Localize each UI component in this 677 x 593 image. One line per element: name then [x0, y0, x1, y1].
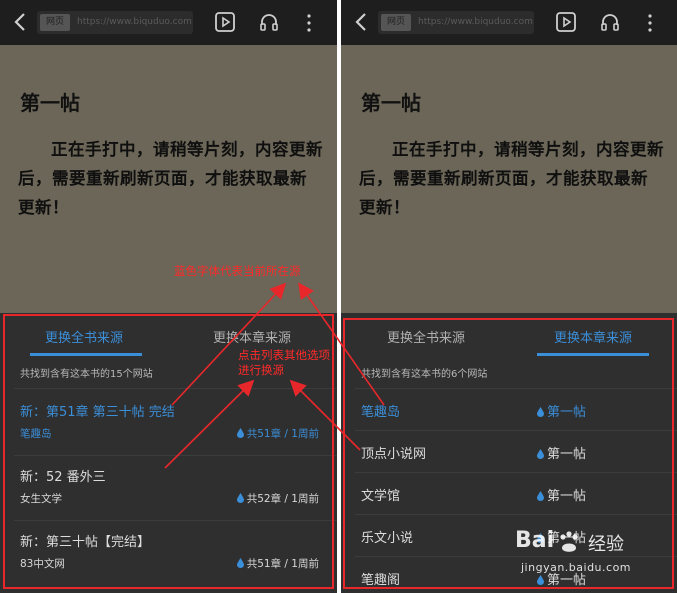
play-icon[interactable] — [214, 11, 236, 33]
top-bar: 网页 https://www.biquduo.com — [0, 0, 337, 45]
url-bar[interactable]: 网页 https://www.biquduo.com — [378, 11, 534, 34]
watermark-brand: Bai — [515, 528, 555, 553]
chapter-body: 正在手打中，请稍等片刻，内容更新后，需要重新刷新页面，才能获取最新更新！ — [359, 140, 664, 217]
watermark-url: jingyan.baidu.com — [521, 561, 632, 574]
url-tag: 网页 — [40, 14, 70, 31]
baidu-jingyan-watermark: Bai 经验 jingyan.baidu.com — [515, 528, 643, 580]
chapter-body: 正在手打中，请稍等片刻，内容更新后，需要重新刷新页面，才能获取最新更新！ — [18, 140, 323, 217]
play-icon[interactable] — [555, 11, 577, 33]
reader-content: 第一帖 正在手打中，请稍等片刻，内容更新后，需要重新刷新页面，才能获取最新更新！ — [341, 45, 677, 313]
url-tag: 网页 — [381, 14, 411, 31]
headphone-icon[interactable] — [599, 11, 621, 33]
watermark-brand-suffix: 经验 — [588, 534, 624, 555]
chapter-title: 第一帖 — [361, 91, 421, 115]
more-menu-icon[interactable] — [306, 13, 312, 33]
annotation-blue-font-note: 蓝色字体代表当前所在源 — [174, 264, 301, 278]
url-text: https://www.biquduo.com — [418, 17, 533, 27]
url-bar[interactable]: 网页 https://www.biquduo.com — [37, 11, 193, 34]
paw-icon — [560, 531, 578, 552]
back-arrow-icon[interactable] — [353, 12, 371, 32]
chapter-title: 第一帖 — [20, 91, 80, 115]
url-text: https://www.biquduo.com — [77, 17, 192, 27]
more-menu-icon[interactable] — [647, 13, 653, 33]
top-bar: 网页 https://www.biquduo.com — [341, 0, 677, 45]
headphone-icon[interactable] — [258, 11, 280, 33]
back-arrow-icon[interactable] — [12, 12, 30, 32]
annotation-click-list-note: 点击列表其他选项 进行换源 — [238, 348, 330, 377]
